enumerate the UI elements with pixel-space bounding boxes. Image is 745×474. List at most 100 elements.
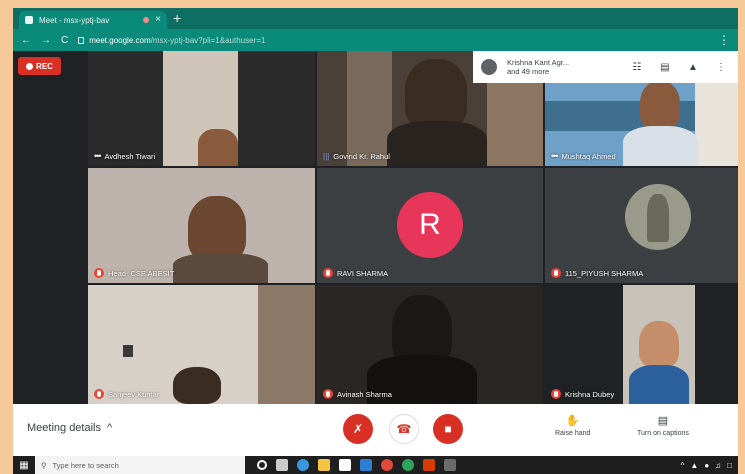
- participant-label: ••• Mushtaq Ahmed: [551, 151, 616, 161]
- recording-indicator-icon: [143, 17, 150, 23]
- participant-name: Avdhesh Tiwari: [104, 151, 156, 161]
- app-icon[interactable]: [444, 459, 456, 471]
- windows-start-icon[interactable]: ▦: [13, 456, 35, 474]
- mic-off-icon: [94, 389, 104, 399]
- store-icon[interactable]: [339, 459, 351, 471]
- camera-off-icon: ■: [444, 422, 452, 436]
- lock-icon: [78, 36, 85, 44]
- more-options-icon: •••: [551, 151, 559, 161]
- participant-tile[interactable]: Krishna Dubey: [545, 285, 738, 404]
- notification-icon[interactable]: □: [727, 461, 732, 470]
- participant-label: Krishna Dubey: [551, 389, 614, 399]
- captions-icon: ▤: [657, 415, 669, 427]
- volume-icon[interactable]: ♫: [715, 461, 721, 470]
- top-right-bar: Krishna Kant Agr... and 49 more ☷ ▤ ▲ ⋮: [473, 51, 738, 83]
- system-tray: ^ ▲ ● ♫ □: [681, 461, 738, 470]
- participant-tile[interactable]: ••• Avdhesh Tiwari: [88, 51, 315, 166]
- participant-name: RAVI SHARMA: [337, 268, 389, 278]
- participant-tile[interactable]: Sanjeev Kumar: [88, 285, 315, 404]
- mic-tray-icon[interactable]: ●: [704, 461, 709, 470]
- participant-tile[interactable]: 115_PIYUSH SHARMA: [545, 168, 738, 283]
- participant-avatar: [625, 184, 691, 250]
- leave-call-button[interactable]: ☎: [389, 414, 419, 444]
- close-tab-icon[interactable]: ×: [155, 15, 161, 25]
- cortana-icon[interactable]: [257, 460, 267, 470]
- participants-summary[interactable]: Krishna Kant Agr... and 49 more: [507, 58, 618, 76]
- browser-menu-icon[interactable]: ⋮: [718, 33, 730, 47]
- participants-more: and 49 more: [507, 67, 550, 76]
- camera-toggle-button[interactable]: ■: [433, 414, 463, 444]
- raise-hand-label: Raise hand: [555, 430, 591, 437]
- participant-name: Sanjeev Kumar: [108, 389, 160, 399]
- captions-label: Turn on captions: [637, 430, 689, 437]
- taskbar: ▦ ⚲ Type here to search ^ ▲ ● ♫ □: [13, 456, 738, 474]
- new-tab-button[interactable]: +: [173, 11, 181, 25]
- tray-up-icon[interactable]: ^: [681, 461, 685, 470]
- phone-hangup-icon: ☎: [396, 422, 412, 436]
- participant-label: RAVI SHARMA: [323, 268, 388, 278]
- tab-title: Meet - msx-yptj-bav: [39, 15, 110, 25]
- reload-icon[interactable]: C: [61, 35, 68, 46]
- taskbar-apps: [245, 459, 456, 471]
- taskbar-search-placeholder: Type here to search: [52, 460, 119, 470]
- participant-label: ••• Avdhesh Tiwari: [94, 151, 155, 161]
- forward-arrow-icon[interactable]: →: [41, 35, 51, 46]
- browser-tab[interactable]: Meet - msx-yptj-bav ×: [19, 11, 167, 29]
- record-dot-icon: [26, 62, 34, 70]
- chevron-up-icon: ^: [107, 422, 113, 434]
- tab-bar: Meet - msx-yptj-bav × +: [13, 8, 738, 29]
- meeting-controls-bar: Meeting details ^ ✗ ☎ ■ ✋ Raise hand ▤ T…: [13, 404, 738, 456]
- url-host: meet.google.com: [89, 35, 151, 45]
- people-icon[interactable]: ☷: [628, 62, 646, 73]
- participant-label: Avinash Sharma: [323, 389, 392, 399]
- mail-icon[interactable]: [360, 459, 372, 471]
- taskbar-search[interactable]: ⚲ Type here to search: [35, 456, 245, 474]
- chrome-profile-icon[interactable]: [402, 459, 414, 471]
- participant-name: Krishna Dubey: [565, 389, 615, 399]
- participant-tile[interactable]: Head- CSE ABESIT: [88, 168, 315, 283]
- participant-avatar: R: [397, 192, 463, 258]
- mic-off-icon: [323, 389, 333, 399]
- network-icon[interactable]: ▲: [690, 461, 698, 470]
- explorer-icon[interactable]: [318, 459, 330, 471]
- participant-label: ||| Govind Kr. Rahul: [323, 152, 390, 161]
- participant-label: 115_PIYUSH SHARMA: [551, 268, 643, 278]
- screen: Meet - msx-yptj-bav × + ← → C meet.googl…: [13, 8, 738, 456]
- participant-label: Head- CSE ABESIT: [94, 268, 174, 278]
- participant-tile[interactable]: R RAVI SHARMA: [317, 168, 543, 283]
- chrome-icon[interactable]: [381, 459, 393, 471]
- recording-badge: REC: [18, 57, 61, 75]
- participant-name: Avinash Sharma: [337, 389, 392, 399]
- activities-icon[interactable]: ▲: [684, 62, 702, 73]
- raise-hand-button[interactable]: ✋ Raise hand: [555, 414, 590, 437]
- search-icon: ⚲: [41, 460, 47, 470]
- mic-off-icon: [551, 268, 561, 278]
- office-icon[interactable]: [423, 459, 435, 471]
- url-path: /msx-yptj-bav?pli=1&authuser=1: [150, 35, 266, 45]
- meeting-details-label: Meeting details: [27, 422, 101, 434]
- hand-icon: ✋: [565, 415, 580, 427]
- task-view-icon[interactable]: [276, 459, 288, 471]
- recording-label: REC: [36, 61, 53, 71]
- address-bar: ← → C meet.google.com/msx-yptj-bav?pli=1…: [13, 29, 738, 51]
- participant-name: Mushtaq Ahmed: [561, 151, 616, 161]
- chat-icon[interactable]: ▤: [656, 62, 674, 73]
- captions-button[interactable]: ▤ Turn on captions: [637, 414, 689, 437]
- url-field[interactable]: meet.google.com/msx-yptj-bav?pli=1&authu…: [78, 36, 265, 45]
- participants-first: Krishna Kant Agr...: [507, 58, 570, 67]
- meeting-details-button[interactable]: Meeting details ^: [27, 422, 112, 434]
- mic-off-icon: ✗: [352, 422, 364, 436]
- avatar: [481, 59, 497, 75]
- participant-name: 115_PIYUSH SHARMA: [565, 268, 644, 278]
- mic-off-icon: [323, 268, 333, 278]
- mic-off-icon: [551, 389, 561, 399]
- participant-grid: ••• Avdhesh Tiwari ||| Govind Kr. Rahul …: [13, 51, 738, 404]
- participant-name: Head- CSE ABESIT: [108, 268, 175, 278]
- mic-toggle-button[interactable]: ✗: [343, 414, 373, 444]
- meet-favicon-icon: [25, 16, 33, 24]
- mic-off-icon: [94, 268, 104, 278]
- participant-tile[interactable]: Avinash Sharma: [317, 285, 543, 404]
- edge-icon[interactable]: [297, 459, 309, 471]
- back-arrow-icon[interactable]: ←: [21, 35, 31, 46]
- more-icon[interactable]: ⋮: [712, 62, 730, 73]
